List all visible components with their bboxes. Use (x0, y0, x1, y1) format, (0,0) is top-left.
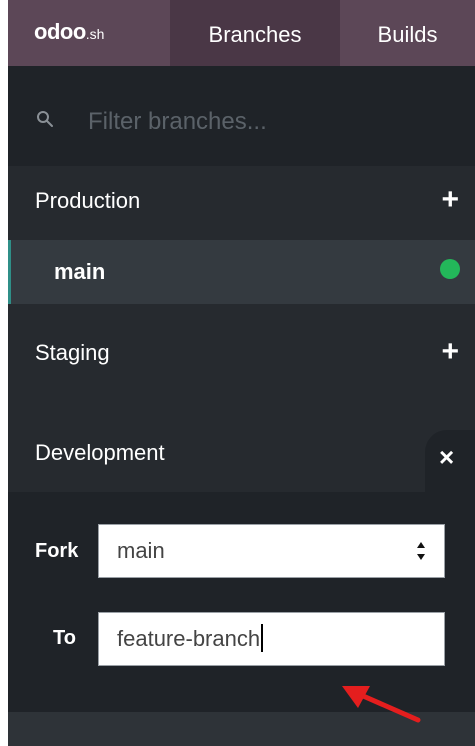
staging-label: Staging (35, 340, 110, 365)
tab-builds[interactable]: Builds (340, 0, 475, 66)
branch-row-main[interactable]: main (8, 240, 475, 304)
select-arrows-icon (417, 542, 425, 560)
close-development-form-tab: × (425, 430, 475, 494)
odoo-sh-logo[interactable]: odoo.sh (34, 19, 104, 45)
add-production-branch-button[interactable]: + (441, 182, 459, 218)
filter-branches-input[interactable] (86, 104, 450, 140)
add-staging-branch-button[interactable]: + (441, 334, 459, 370)
to-label: To (53, 627, 76, 649)
production-label: Production (35, 188, 141, 213)
top-navigation-bar: odoo.sh Branches Builds (8, 0, 475, 66)
close-icon[interactable]: × (439, 442, 454, 473)
branch-filter-bar (8, 66, 475, 166)
fork-selected-value: main (117, 538, 165, 563)
status-dot-icon (440, 259, 460, 279)
development-section-header: Development (8, 418, 475, 492)
new-branch-name-value: feature-branch (117, 626, 261, 651)
fork-select[interactable]: main (98, 524, 445, 578)
staging-section-header: Staging + (8, 318, 475, 392)
search-icon (37, 111, 53, 127)
logo-main-text: odoo (34, 19, 86, 44)
new-branch-form: Fork main To feature-branch (8, 492, 475, 712)
new-branch-name-input[interactable]: feature-branch (98, 612, 445, 666)
development-label: Development (35, 440, 165, 465)
production-section-header: Production + (8, 166, 475, 240)
logo-suffix-text: .sh (85, 26, 105, 42)
branches-panel: odoo.sh Branches Builds Production + mai… (8, 0, 475, 746)
fork-label: Fork (35, 540, 79, 562)
branch-name: main (54, 259, 106, 284)
tab-branches[interactable]: Branches (170, 0, 340, 66)
red-annotation-arrow-icon (342, 686, 421, 723)
text-cursor (261, 624, 264, 653)
